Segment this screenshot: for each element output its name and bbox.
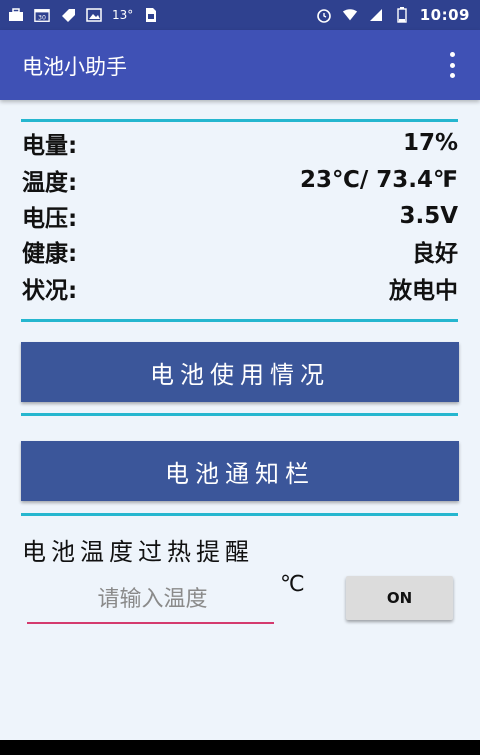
info-label: 状况: [22,278,78,304]
weather-temperature: 13° [112,8,134,22]
info-label: 健康: [22,241,78,267]
status-bar-right: 10:09 [316,6,470,24]
divider [21,413,458,416]
status-bar-left: 30 13° [8,7,159,23]
info-row-temperature: 温度: 23℃/ 73.4℉ [22,165,458,196]
divider [21,513,458,516]
divider [21,319,458,322]
info-value: 3.5V [399,203,458,229]
image-icon [86,7,102,23]
info-row-status: 状况: 放电中 [22,273,458,304]
more-vert-icon[interactable] [440,52,464,78]
alarm-icon [316,7,332,23]
app-bar: 电池小助手 [0,30,480,100]
info-value: 17% [402,130,458,156]
battery-usage-button[interactable]: 电池使用情况 [21,342,459,402]
info-label: 温度: [22,170,78,196]
briefcase-icon [8,7,24,23]
celsius-unit: ℃ [280,572,305,597]
navigation-bar [0,740,480,755]
overheat-reminder-label: 电池温度过热提醒 [22,538,254,566]
info-label: 电压: [22,206,78,232]
info-value: 23℃/ 73.4℉ [299,167,458,193]
info-value: 放电中 [389,278,458,304]
info-row-health: 健康: 良好 [22,236,458,267]
status-bar: 30 13° 10:09 [0,0,480,30]
info-value: 良好 [412,241,458,267]
app-title: 电池小助手 [22,55,127,79]
battery-notification-button[interactable]: 电池通知栏 [21,441,459,501]
clock: 10:09 [419,6,470,24]
signal-icon [368,7,384,23]
info-label: 电量: [22,133,78,159]
info-row-voltage: 电压: 3.5V [22,201,458,232]
battery-icon [394,7,410,23]
sim-icon [143,7,159,23]
svg-text:30: 30 [38,14,46,21]
temperature-input[interactable] [27,578,278,620]
temperature-input-container [27,578,278,624]
info-row-charge: 电量: 17% [22,128,458,159]
overheat-toggle-button[interactable]: ON [346,576,453,620]
tag-icon [60,7,76,23]
divider-top [21,119,458,122]
wifi-icon [342,7,358,23]
calendar-icon: 30 [34,7,50,23]
